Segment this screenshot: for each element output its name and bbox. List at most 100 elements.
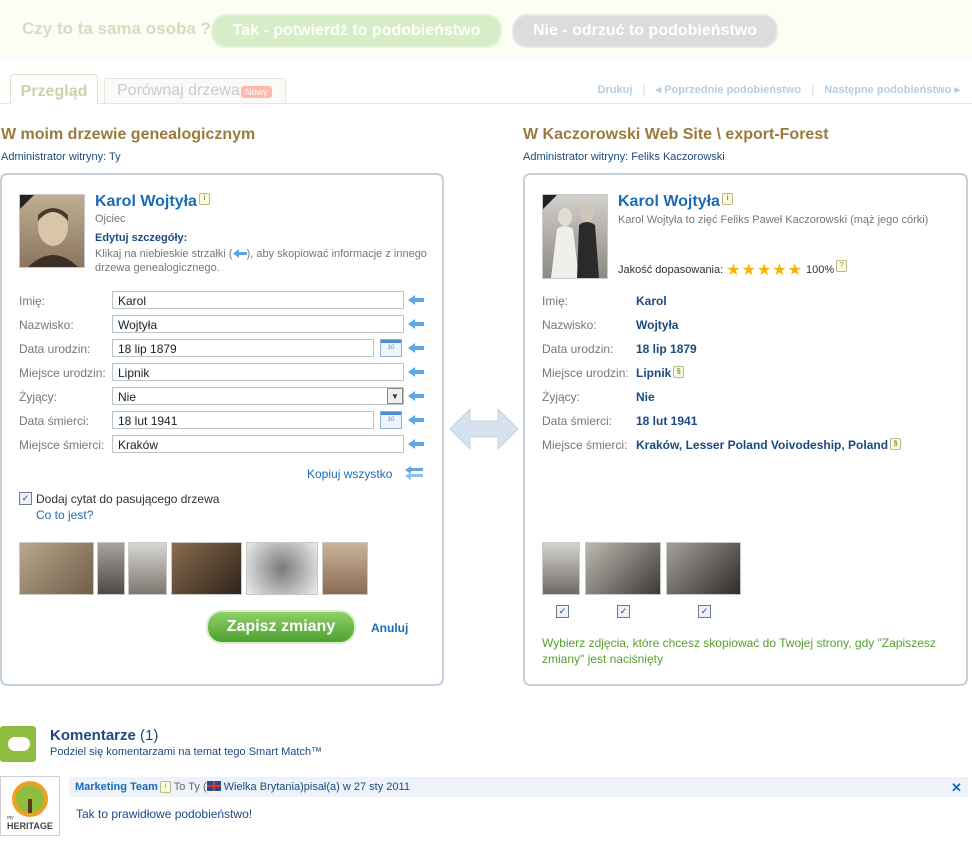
calendar-icon[interactable]: 10 [380, 411, 402, 429]
last-name-label: Nazwisko: [542, 318, 597, 332]
first-name-value: Karol [636, 294, 667, 308]
copy-arrow-icon[interactable] [408, 391, 424, 401]
match-quality: Jakość dopasowania: ★★★★★ 100%? [618, 260, 848, 280]
photo-thumbnail[interactable] [542, 542, 580, 595]
death-date-value: 18 lut 1941 [636, 414, 698, 428]
tab-compare-trees[interactable]: Porównaj drzewa Nowy [104, 78, 286, 103]
death-date-label: Data śmierci: [19, 414, 90, 428]
copy-arrow-icon[interactable] [408, 367, 424, 377]
tab-overview-label: Przegląd [20, 83, 88, 100]
info-icon[interactable]: i [721, 193, 733, 205]
photo-select-checkbox[interactable]: ✓ [698, 605, 711, 618]
print-link[interactable]: Drukuj [598, 84, 633, 96]
photo-select-checkbox[interactable]: ✓ [617, 605, 630, 618]
photo-thumbnail[interactable] [585, 542, 661, 595]
comment-date-text: )pisał(a) w 27 sty 2011 [300, 781, 410, 793]
wedding-portrait-image [543, 195, 599, 278]
comments-title: Komentarze (1) [50, 727, 158, 744]
person-photo[interactable] [542, 194, 608, 279]
help-icon[interactable]: ? [836, 260, 848, 272]
living-select[interactable]: Nie [112, 387, 404, 405]
comment-body: Tak to prawidłowe podobieństwo! [76, 807, 253, 821]
copy-all-link[interactable]: Kopiuj wszystko [307, 467, 392, 481]
photo-thumbnail[interactable] [322, 542, 368, 595]
close-icon[interactable]: ✕ [951, 780, 962, 796]
add-citation-checkbox[interactable]: ✓ [19, 492, 32, 505]
last-name-label: Nazwisko: [19, 318, 74, 332]
birth-date-value: 18 lip 1879 [636, 342, 697, 356]
confirm-match-button[interactable]: Tak - potwierdź to podobieństwo [211, 14, 502, 48]
left-relation: Ojciec [95, 213, 126, 225]
last-name-input[interactable]: Wojtyła [112, 315, 404, 333]
birth-date-label: Data urodzin: [542, 342, 614, 356]
blue-arrow-icon [232, 249, 247, 258]
comment-author-link[interactable]: Marketing Team [75, 781, 158, 793]
living-value: Nie [636, 390, 655, 404]
copy-arrow-icon[interactable] [408, 415, 424, 425]
death-place-label: Miejsce śmierci: [19, 438, 105, 452]
edit-details-hint: Klikaj na niebieskie strzałki (), aby sk… [95, 248, 427, 274]
source-icon[interactable]: § [673, 366, 685, 378]
left-heading: W moim drzewie genealogicznym [1, 126, 256, 143]
source-icon[interactable]: § [890, 438, 902, 450]
photo-select-checkbox[interactable]: ✓ [556, 605, 569, 618]
left-person-name[interactable]: Karol Wojtyła i [95, 193, 210, 211]
copy-arrow-icon[interactable] [408, 439, 424, 449]
tab-overview[interactable]: Przegląd [10, 74, 98, 105]
save-changes-button[interactable]: Zapisz zmiany [206, 610, 356, 644]
tab-compare-label: Porównaj drzewa [117, 82, 240, 99]
uk-flag-icon [206, 781, 221, 791]
birth-place-input[interactable]: Lipnik [112, 363, 404, 381]
comments-subtitle: Podziel się komentarzami na temat tego S… [50, 746, 323, 758]
death-place-label: Miejsce śmierci: [542, 438, 628, 452]
left-admin: Administrator witryny: Ty [1, 151, 121, 163]
comment-country: Wielka Brytania [223, 781, 301, 793]
living-label: Żyjący: [542, 390, 581, 404]
first-name-label: Imię: [19, 294, 46, 308]
chevron-down-icon[interactable]: ▼ [387, 388, 403, 404]
logo-heritage: HERITAGE [7, 821, 53, 831]
person-photo[interactable] [19, 194, 85, 268]
next-match-link[interactable]: Następne podobieństwo [824, 84, 951, 96]
calendar-icon[interactable]: 10 [380, 339, 402, 357]
prev-match-link[interactable]: Poprzednie podobieństwo [664, 84, 801, 96]
death-place-input[interactable]: Kraków [112, 435, 404, 453]
right-relation: Karol Wojtyła to zięć Feliks Paweł Kaczo… [618, 214, 929, 226]
photo-copy-hint: Wybierz zdjęcia, które chcesz skopiować … [542, 636, 936, 666]
new-badge: Nowy [241, 86, 272, 98]
birth-place-label: Miejsce urodzin: [19, 366, 106, 380]
birth-date-label: Data urodzin: [19, 342, 91, 356]
birth-place-value: Lipnik § [636, 366, 685, 380]
next-arrow-icon: ▸ [954, 84, 960, 96]
match-quality-label: Jakość dopasowania: [618, 264, 724, 276]
first-name-input[interactable]: Karol [112, 291, 404, 309]
photo-thumbnail[interactable] [97, 542, 125, 595]
compare-arrow-icon [450, 407, 518, 451]
first-name-label: Imię: [542, 294, 569, 308]
info-icon[interactable]: i [159, 781, 171, 793]
photo-thumbnail[interactable] [246, 542, 318, 595]
photo-thumbnail[interactable] [128, 542, 167, 595]
death-date-input[interactable]: 18 lut 1941 [112, 411, 374, 429]
author-avatar[interactable]: my HERITAGE [0, 776, 60, 836]
reject-match-button[interactable]: Nie - odrzuć to podobieństwo [512, 14, 778, 48]
copy-arrow-icon[interactable] [408, 295, 424, 305]
match-navigation: Drukuj | ◂ Poprzednie podobieństwo | Nas… [597, 84, 960, 96]
match-percent: 100% [806, 264, 835, 276]
right-person-name[interactable]: Karol Wojtyła i [618, 193, 733, 211]
copy-all-arrows-icon[interactable] [405, 466, 423, 480]
edit-details-title: Edytuj szczegóły: [95, 232, 188, 244]
comment-meta: Marketing Team i To Ty ( Wielka Brytania)… [75, 781, 410, 793]
info-icon[interactable]: i [198, 193, 210, 205]
photo-thumbnail[interactable] [19, 542, 94, 595]
comments-title-text: Komentarze [50, 727, 136, 744]
what-is-it-link[interactable]: Co to jest? [36, 508, 93, 522]
photo-thumbnail[interactable] [171, 542, 242, 595]
photo-thumbnail[interactable] [666, 542, 741, 595]
comment-to-text: To Ty ( [173, 781, 207, 793]
copy-arrow-icon[interactable] [408, 343, 424, 353]
birth-date-input[interactable]: 18 lip 1879 [112, 339, 374, 357]
cancel-link[interactable]: Anuluj [371, 621, 408, 635]
portrait-image [20, 195, 78, 267]
copy-arrow-icon[interactable] [408, 319, 424, 329]
